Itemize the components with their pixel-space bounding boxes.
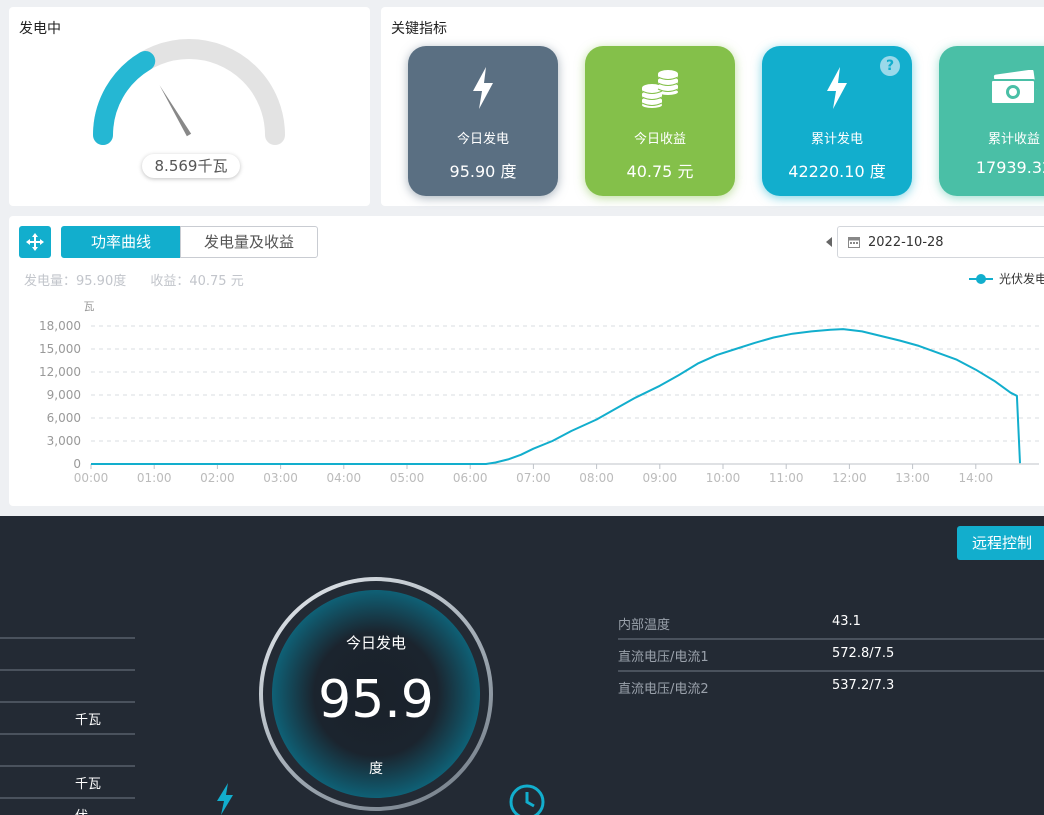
left-row-unit: 千瓦	[75, 713, 102, 728]
date-value: 2022-10-28	[868, 234, 944, 250]
legend-label: 光伏发电	[999, 272, 1044, 286]
dial-label: 今日发电	[345, 634, 406, 652]
x-tick-label: 07:00	[516, 471, 551, 485]
kpi-card-total-income[interactable]: 累计收益 17939.32	[939, 46, 1044, 196]
gauge-fill	[93, 50, 156, 145]
kpi-label: 今日收益	[633, 132, 686, 147]
right-data-row: 内部温度 43.1	[618, 608, 1044, 640]
left-row-unit: 伏	[75, 805, 88, 815]
row-label: 内部温度	[618, 618, 671, 633]
daily-summary: 发电量：95.90度 收益：40.75 元	[24, 270, 264, 289]
dial-value: 95.9	[318, 670, 434, 730]
cash-icon	[939, 66, 1044, 110]
y-tick-label: 12,000	[39, 365, 81, 379]
x-tick-label: 02:00	[200, 471, 235, 485]
right-data-row: 直流电压/电流2 537.2/7.3	[618, 672, 1044, 704]
device-monitor-panel: 远程控制 千瓦 千瓦 伏 今日发电 95.9 度 内部温度 43.1 直流电压/…	[0, 516, 1044, 815]
x-tick-label: 05:00	[390, 471, 425, 485]
power-gauge	[93, 39, 285, 145]
power-curve-panel: 功率曲线 发电量及收益 2022-10-28 发电量：95.90度 收益：40.…	[9, 216, 1044, 506]
row-label: 直流电压/电流1	[618, 650, 709, 665]
kpi-card-today-income[interactable]: 今日收益 40.75 元	[585, 46, 735, 196]
bolt-icon	[762, 66, 912, 110]
x-tick-label: 03:00	[263, 471, 298, 485]
x-tick-label: 01:00	[137, 471, 172, 485]
row-value: 537.2/7.3	[832, 678, 895, 693]
kpi-value: 17939.32	[975, 158, 1044, 177]
previous-date-arrow[interactable]	[826, 237, 832, 247]
right-data-row: 直流电压/电流1 572.8/7.5	[618, 640, 1044, 672]
today-energy-dial: 今日发电 95.9 度	[272, 590, 480, 798]
legend-line-marker	[969, 273, 993, 284]
x-tick-label: 14:00	[959, 471, 994, 485]
row-value: 43.1	[832, 614, 861, 629]
kpi-card-total-energy[interactable]: ? 累计发电 42220.10 度	[762, 46, 912, 196]
left-data-row	[0, 735, 135, 767]
key-indicators-panel: 关键指标 今日发电 95.90 度 今日收益 40.75 元 ? 累计发电 42…	[381, 7, 1044, 206]
kpi-title: 关键指标	[391, 21, 447, 37]
y-tick-label: 18,000	[39, 319, 81, 333]
left-row-unit: 千瓦	[75, 777, 102, 792]
kpi-card-today-energy[interactable]: 今日发电 95.90 度	[408, 46, 558, 196]
gauge-panel: 发电中 8.569千瓦	[9, 7, 370, 206]
power-curve-chart: 瓦 0 3,000 6,000 9,000 12,000 15,000 18,000 00:00…	[39, 300, 1039, 485]
left-data-row	[0, 607, 135, 639]
chart-legend[interactable]: 光伏发电	[969, 270, 1044, 287]
y-tick-label: 0	[73, 457, 81, 471]
left-data-row: 千瓦	[0, 703, 135, 735]
gauge-title: 发电中	[19, 21, 61, 37]
gauge-needle	[159, 85, 192, 137]
left-data-row: 伏	[0, 799, 135, 815]
y-tick-label: 6,000	[47, 411, 81, 425]
calendar-icon	[848, 237, 860, 248]
x-tick-label: 13:00	[895, 471, 930, 485]
kpi-label: 今日发电	[456, 132, 509, 147]
move-icon	[26, 233, 44, 251]
x-tick-label: 10:00	[706, 471, 741, 485]
kpi-value: 42220.10 度	[788, 162, 886, 181]
kpi-label: 累计收益	[987, 132, 1040, 147]
coins-icon	[585, 66, 735, 110]
move-button[interactable]	[19, 226, 51, 258]
clock-icon	[508, 783, 546, 815]
x-tick-label: 08:00	[579, 471, 614, 485]
dial-unit: 度	[369, 761, 383, 777]
kpi-value: 95.90 度	[449, 162, 517, 181]
kpi-value: 40.75 元	[626, 162, 694, 181]
bolt-icon	[215, 783, 235, 815]
tab-power-curve[interactable]: 功率曲线	[61, 226, 181, 258]
date-picker[interactable]: 2022-10-28	[837, 226, 1044, 258]
y-tick-label: 15,000	[39, 342, 81, 356]
y-tick-label: 9,000	[47, 388, 81, 402]
left-data-row: 千瓦	[0, 767, 135, 799]
summary-energy: 发电量：95.90度	[24, 274, 127, 289]
gauge-value: 8.569千瓦	[142, 154, 240, 178]
x-tick-label: 06:00	[453, 471, 488, 485]
row-label: 直流电压/电流2	[618, 682, 709, 697]
x-tick-label: 12:00	[832, 471, 867, 485]
y-axis-unit: 瓦	[84, 300, 95, 313]
summary-income: 收益：40.75 元	[150, 274, 244, 289]
y-tick-label: 3,000	[47, 434, 81, 448]
left-data-row	[0, 671, 135, 703]
x-tick-label: 11:00	[769, 471, 804, 485]
tab-energy-income[interactable]: 发电量及收益	[180, 226, 318, 258]
remote-control-button[interactable]: 远程控制	[957, 526, 1044, 560]
row-value: 572.8/7.5	[832, 646, 895, 661]
bolt-icon	[408, 66, 558, 110]
kpi-label: 累计发电	[810, 132, 863, 147]
x-tick-label: 00:00	[74, 471, 109, 485]
left-data-row	[0, 639, 135, 671]
x-tick-label: 04:00	[327, 471, 362, 485]
x-tick-label: 09:00	[643, 471, 678, 485]
